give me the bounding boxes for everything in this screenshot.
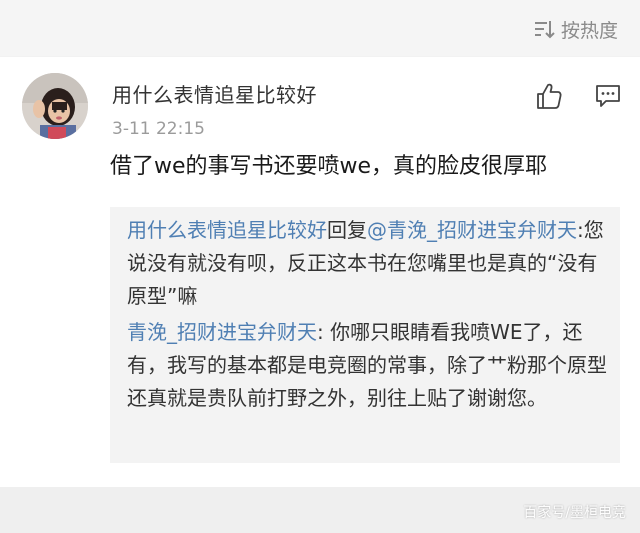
reply-separator: : xyxy=(577,218,584,242)
like-button[interactable] xyxy=(534,81,564,111)
avatar[interactable] xyxy=(22,73,88,139)
sort-bar: 按热度 xyxy=(0,0,640,56)
reply-mention[interactable]: @青浼_招财进宝弁财天 xyxy=(367,218,577,242)
reply-verb: 回复 xyxy=(327,218,367,242)
comment-username[interactable]: 用什么表情追星比较好 xyxy=(112,79,317,108)
sort-label: 按热度 xyxy=(560,19,618,42)
replies-box[interactable]: 用什么表情追星比较好回复@青浼_招财进宝弁财天:您说没有就没有呗，反正这本书在您… xyxy=(110,207,620,463)
comment-page: 按热度 用什么表情追星比较好 3-11 22:15 借了we的事写书还要喷we，… xyxy=(0,0,640,533)
thumbs-up-icon xyxy=(537,83,562,109)
reply-item: 青浼_招财进宝弁财天: 你哪只眼睛看我喷WE了，还有，我写的基本都是电竞圈的常事… xyxy=(127,316,613,415)
reply-button[interactable] xyxy=(594,82,622,110)
comment-timestamp: 3-11 22:15 xyxy=(112,119,205,139)
reply-item: 用什么表情追星比较好回复@青浼_招财进宝弁财天:您说没有就没有呗，反正这本书在您… xyxy=(127,214,613,313)
watermark: 百家号/墨桓电竞 xyxy=(523,505,626,521)
reply-author[interactable]: 用什么表情追星比较好 xyxy=(127,218,327,242)
reply-separator: : xyxy=(317,320,331,344)
comment-card: 用什么表情追星比较好 3-11 22:15 借了we的事写书还要喷we，真的脸皮… xyxy=(0,57,640,487)
sort-icon xyxy=(534,21,555,39)
comment-text: 借了we的事写书还要喷we，真的脸皮很厚耶 xyxy=(110,154,548,179)
comment-icon xyxy=(596,85,620,107)
sort-by-hot-button[interactable]: 按热度 xyxy=(533,14,618,44)
reply-author[interactable]: 青浼_招财进宝弁财天 xyxy=(127,320,317,344)
